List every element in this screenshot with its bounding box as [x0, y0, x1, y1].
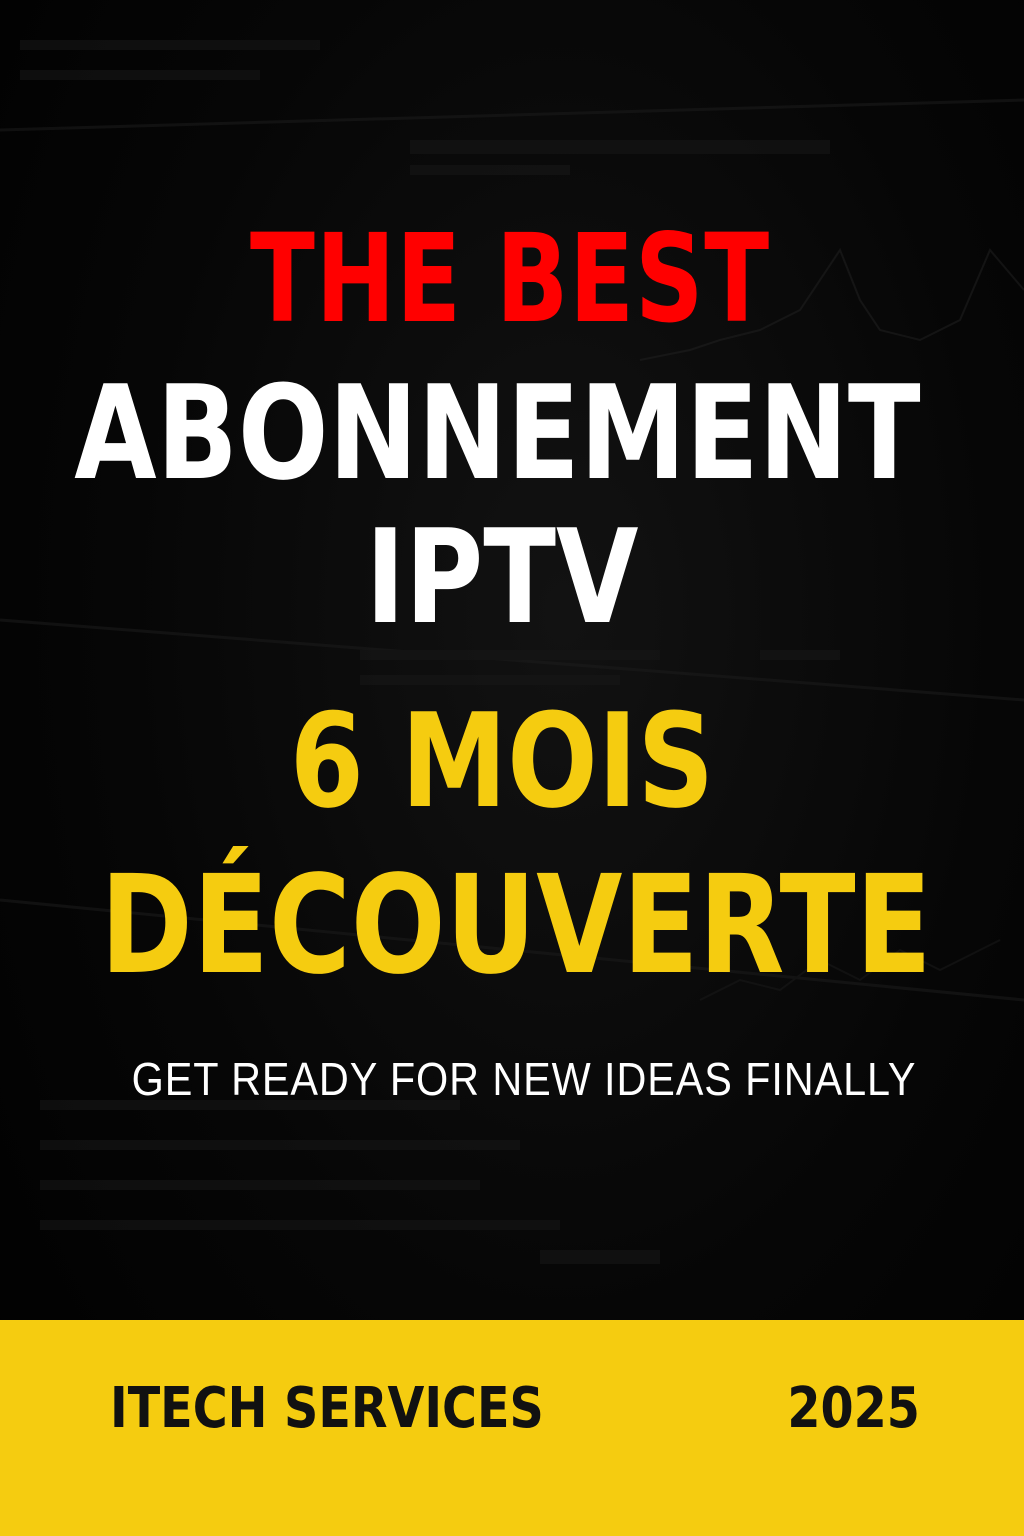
- footer-bar: ITECH SERVICES 2025: [0, 1320, 1024, 1536]
- headline-decouverte: DÉCOUVERTE: [100, 847, 932, 1005]
- headline-6-mois: 6 MOIS: [289, 685, 715, 837]
- headline-iptv: IPTV: [365, 501, 639, 653]
- poster: THE BEST ABONNEMENT IPTV 6 MOIS DÉCOUVER…: [0, 0, 1024, 1536]
- background-monitor-graphic: [0, 40, 1024, 1264]
- headline-the-best: THE BEST: [250, 208, 770, 350]
- headline-abonnement: ABONNEMENT: [74, 357, 921, 509]
- brand-name: ITECH SERVICES: [110, 1376, 544, 1441]
- year-label: 2025: [787, 1376, 920, 1441]
- tagline: GET READY FOR NEW IDEAS FINALLY: [131, 1053, 917, 1105]
